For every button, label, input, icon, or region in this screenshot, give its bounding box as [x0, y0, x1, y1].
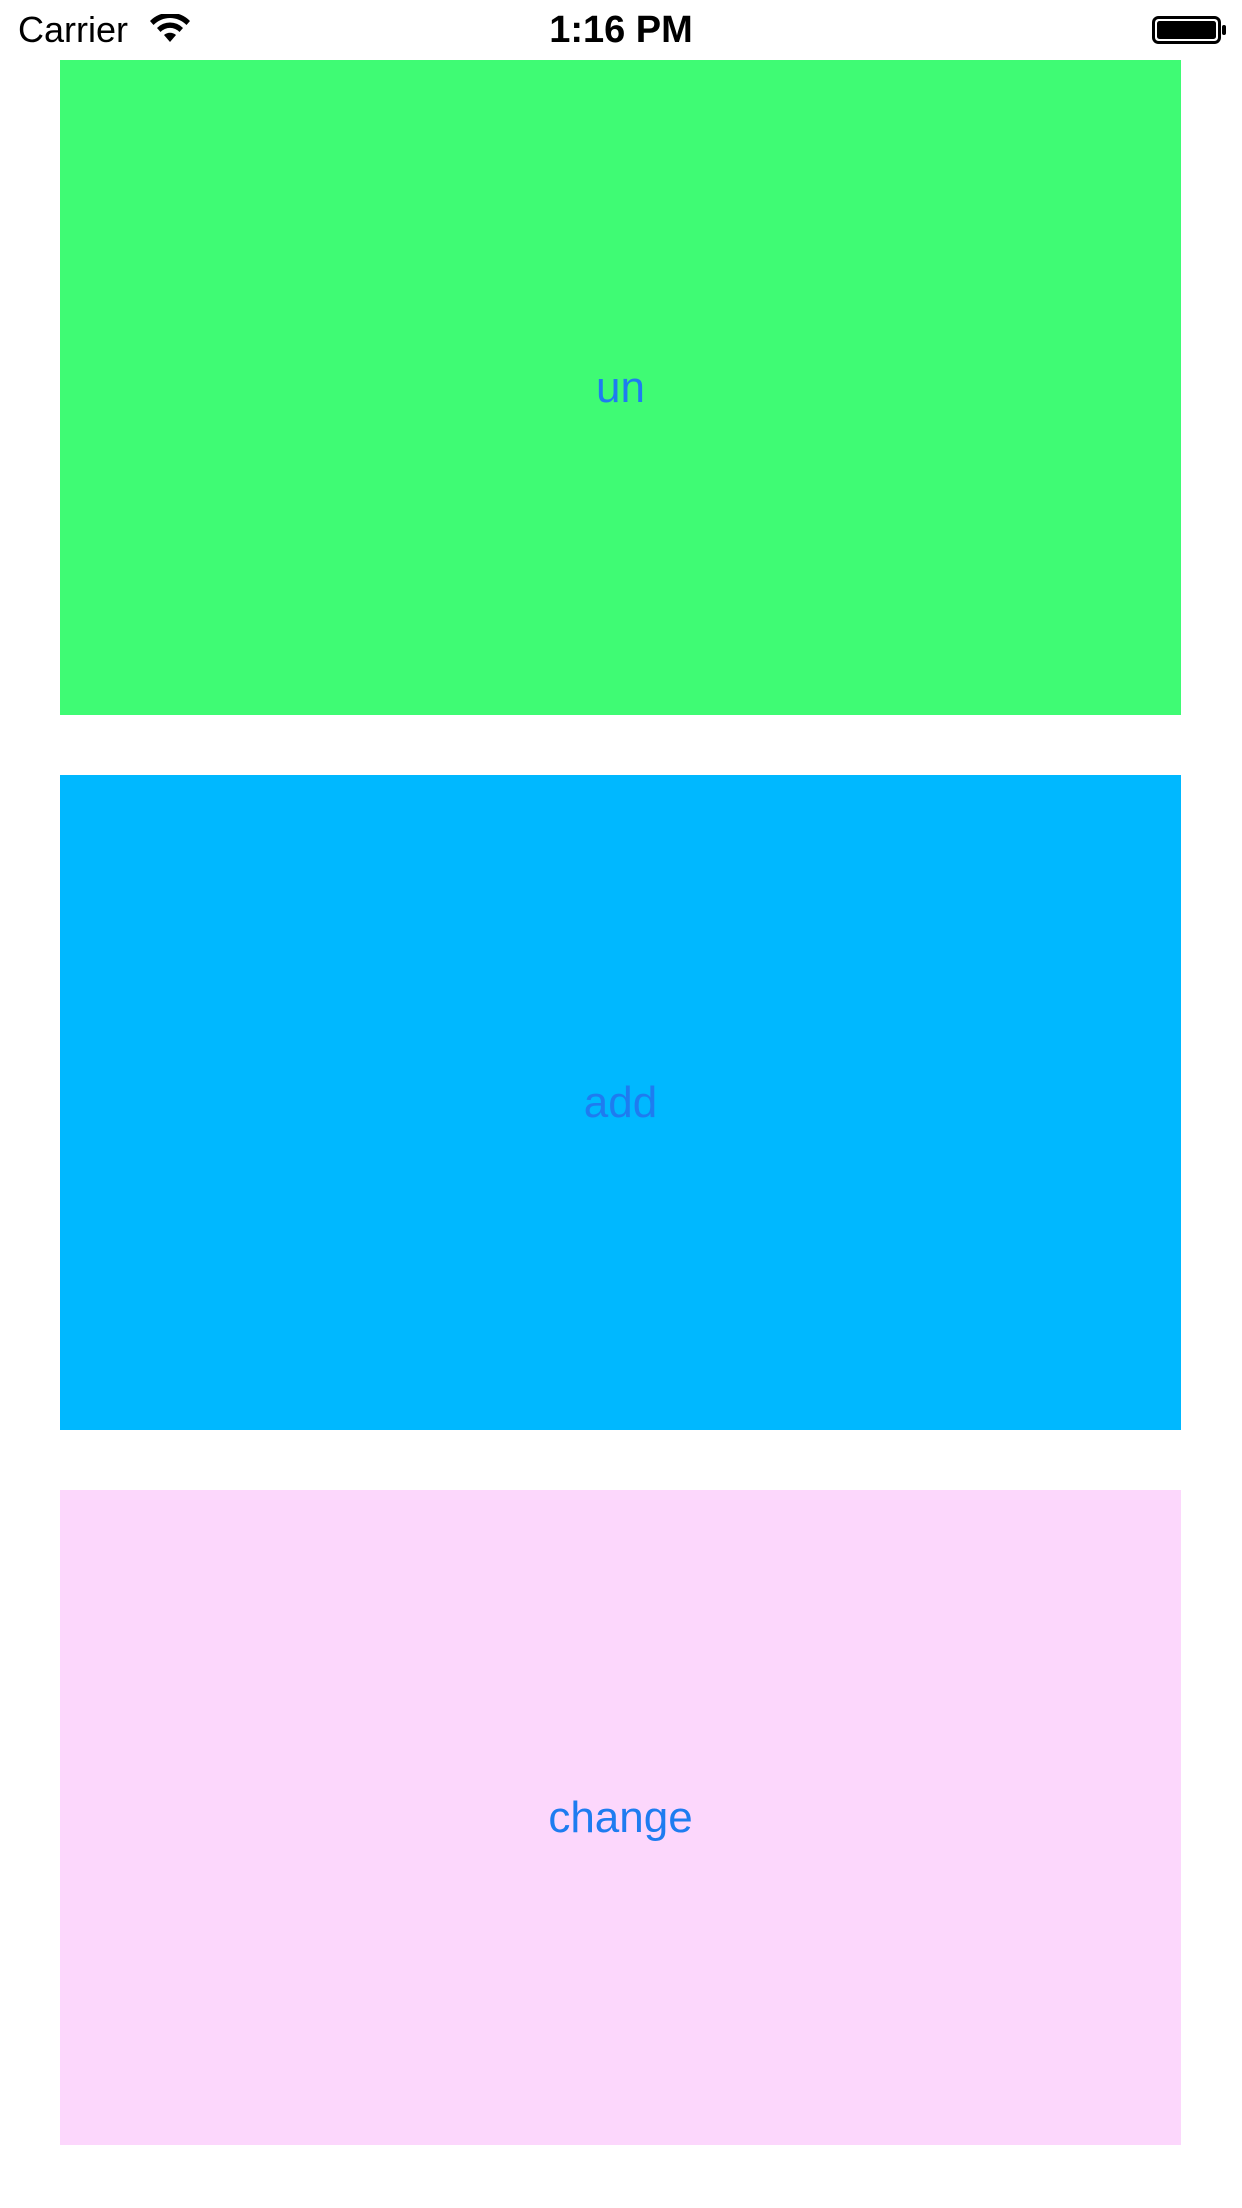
battery-icon	[1152, 16, 1226, 44]
un-button-label: un	[596, 362, 645, 412]
add-button[interactable]: add	[60, 775, 1181, 1430]
status-bar: Carrier 1:16 PM	[0, 0, 1242, 60]
add-button-label: add	[583, 1077, 658, 1127]
change-button[interactable]: change	[60, 1490, 1181, 2145]
un-button[interactable]: un	[60, 60, 1181, 715]
status-time: 1:16 PM	[549, 9, 693, 51]
change-button-label: change	[548, 1792, 693, 1842]
